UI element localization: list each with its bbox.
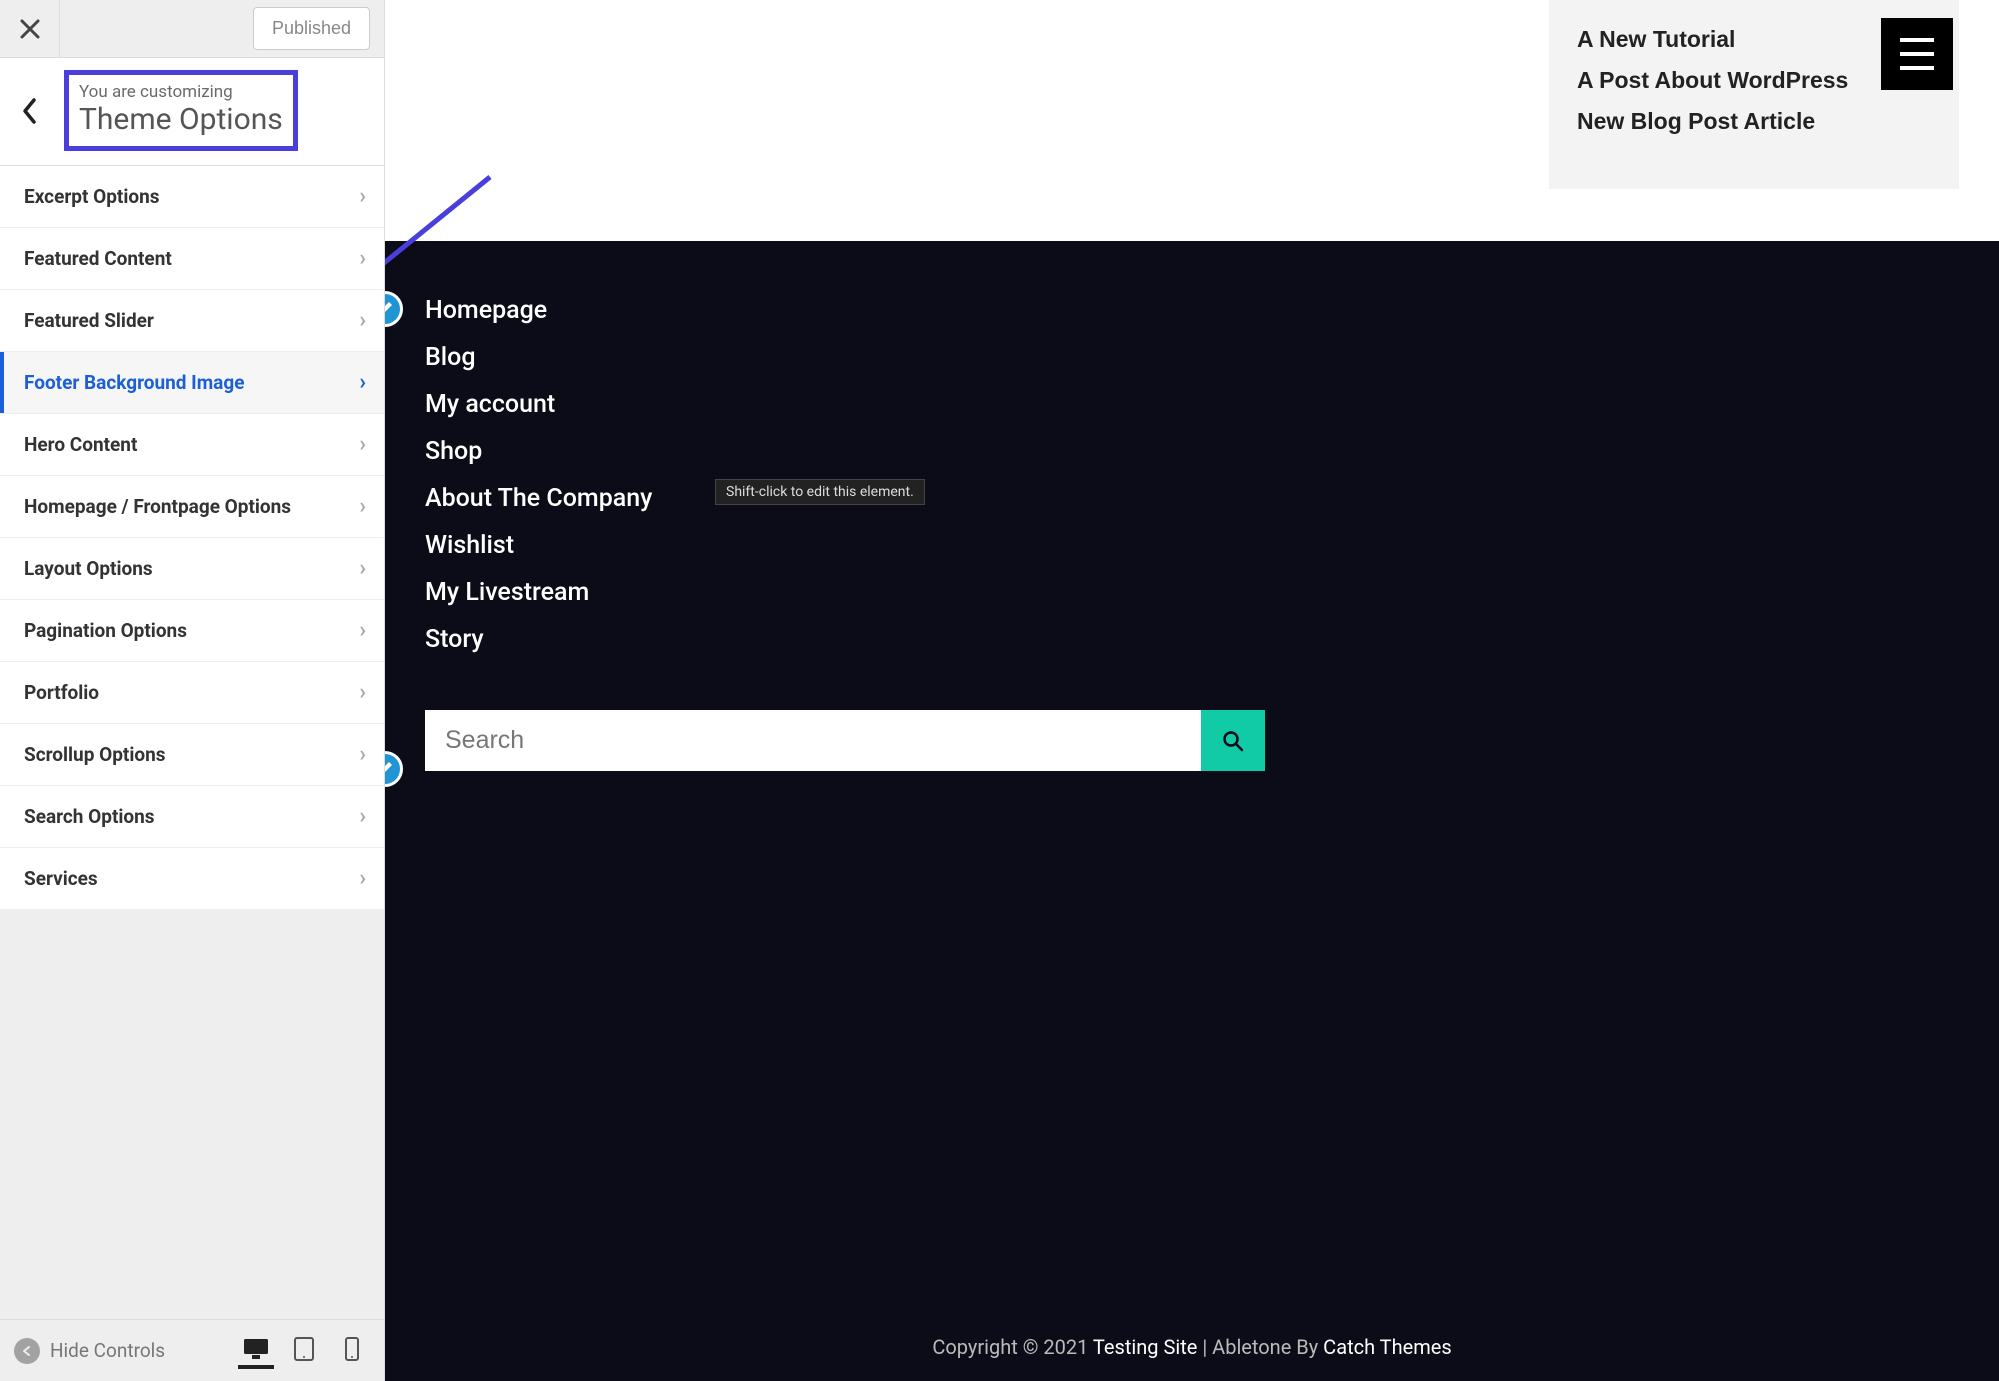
option-label: Footer Background Image	[24, 371, 244, 394]
hide-controls-button[interactable]: Hide Controls	[14, 1338, 165, 1364]
option-label: Services	[24, 867, 98, 890]
option-item[interactable]: Portfolio ›	[0, 662, 384, 724]
option-item[interactable]: Layout Options ›	[0, 538, 384, 600]
preview-pane: A New Tutorial A Post About WordPress New …	[385, 0, 1999, 1381]
customizer-sidebar: Published You are customizing Theme Opti…	[0, 0, 385, 1381]
option-item[interactable]: Services ›	[0, 848, 384, 910]
chevron-right-icon: ›	[359, 432, 366, 457]
option-label: Layout Options	[24, 557, 153, 580]
footer-nav-link[interactable]: My Livestream	[425, 578, 1959, 607]
footer-nav-link[interactable]: Homepage	[425, 296, 1959, 325]
footer-nav-link[interactable]: Blog	[425, 343, 1959, 372]
option-label: Hero Content	[24, 433, 137, 456]
site-name-link[interactable]: Testing Site	[1093, 1335, 1197, 1359]
panel-title-highlight: You are customizing Theme Options	[64, 70, 298, 151]
chevron-right-icon: ›	[359, 370, 366, 395]
theme-sep: | Abletone By	[1197, 1335, 1323, 1359]
sidebar-bottom-bar: Hide Controls	[0, 1319, 384, 1381]
device-desktop-button[interactable]	[238, 1333, 274, 1369]
footer-nav: Homepage Blog My account Shop About The Comp…	[425, 296, 1959, 654]
edit-tooltip: Shift-click to edit this element.	[715, 479, 925, 505]
chevron-right-icon: ›	[359, 618, 366, 643]
option-item[interactable]: Scrollup Options ›	[0, 724, 384, 786]
collapse-icon	[14, 1338, 40, 1364]
chevron-right-icon: ›	[359, 866, 366, 891]
panel-title: Theme Options	[79, 103, 283, 138]
theme-author-link[interactable]: Catch Themes	[1323, 1335, 1452, 1359]
device-mobile-button[interactable]	[334, 1333, 370, 1369]
device-tablet-button[interactable]	[286, 1333, 322, 1369]
option-label: Excerpt Options	[24, 185, 160, 208]
footer-nav-link[interactable]: About The Company	[425, 484, 1959, 513]
publish-button[interactable]: Published	[253, 7, 370, 50]
option-label: Portfolio	[24, 681, 99, 704]
option-item[interactable]: Featured Slider ›	[0, 290, 384, 352]
option-label: Scrollup Options	[24, 743, 165, 766]
footer-nav-link[interactable]: Shop	[425, 437, 1959, 466]
search-icon	[1222, 730, 1244, 752]
sidebar-scroll[interactable]: Published You are customizing Theme Opti…	[0, 0, 384, 1319]
tablet-icon	[294, 1337, 314, 1361]
option-label: Search Options	[24, 805, 155, 828]
option-item[interactable]: Homepage / Frontpage Options ›	[0, 476, 384, 538]
customizing-label: You are customizing	[79, 81, 283, 103]
chevron-right-icon: ›	[359, 556, 366, 581]
back-button[interactable]	[0, 58, 60, 165]
chevron-right-icon: ›	[359, 184, 366, 209]
recent-post-link[interactable]: A New Tutorial	[1577, 26, 1931, 53]
search-submit-button[interactable]	[1201, 710, 1265, 771]
chevron-right-icon: ›	[359, 680, 366, 705]
options-list: Excerpt Options›Featured Content›Feature…	[0, 166, 384, 910]
option-item[interactable]: Footer Background Image ›	[0, 352, 384, 414]
menu-toggle-button[interactable]	[1881, 18, 1953, 90]
chevron-right-icon: ›	[359, 246, 366, 271]
option-label: Featured Content	[24, 247, 172, 270]
option-item[interactable]: Hero Content ›	[0, 414, 384, 476]
option-label: Featured Slider	[24, 309, 154, 332]
search-input[interactable]	[425, 710, 1201, 771]
close-icon	[20, 19, 40, 39]
edit-shortcut-nav[interactable]	[385, 291, 403, 327]
chevron-left-icon	[21, 97, 39, 125]
option-item[interactable]: Search Options ›	[0, 786, 384, 848]
close-button[interactable]	[0, 0, 60, 58]
chevron-right-icon: ›	[359, 742, 366, 767]
option-item[interactable]: Pagination Options ›	[0, 600, 384, 662]
sidebar-top-row: Published	[0, 0, 384, 58]
copyright-text: Copyright © 2021	[932, 1335, 1093, 1359]
footer-search	[425, 710, 1265, 771]
hide-controls-label: Hide Controls	[50, 1339, 165, 1362]
edit-shortcut-search[interactable]	[385, 751, 403, 787]
pencil-icon	[385, 761, 393, 777]
recent-post-link[interactable]: A Post About WordPress	[1577, 67, 1931, 94]
mobile-icon	[345, 1337, 359, 1361]
pencil-icon	[385, 301, 393, 317]
option-item[interactable]: Excerpt Options ›	[0, 166, 384, 228]
chevron-right-icon: ›	[359, 308, 366, 333]
option-label: Homepage / Frontpage Options	[24, 495, 291, 518]
option-label: Pagination Options	[24, 619, 187, 642]
chevron-right-icon: ›	[359, 494, 366, 519]
option-item[interactable]: Featured Content ›	[0, 228, 384, 290]
site-footer: Homepage Blog My account Shop About The Comp…	[385, 241, 1999, 1381]
recent-post-link[interactable]: New Blog Post Article	[1577, 108, 1931, 135]
panel-header: You are customizing Theme Options	[0, 58, 384, 166]
footer-copyright: Copyright © 2021 Testing Site | Abletone…	[385, 1335, 1999, 1359]
desktop-icon	[243, 1338, 269, 1360]
chevron-right-icon: ›	[359, 804, 366, 829]
footer-nav-link[interactable]: My account	[425, 390, 1959, 419]
footer-nav-link[interactable]: Story	[425, 625, 1959, 654]
footer-nav-link[interactable]: Wishlist	[425, 531, 1959, 560]
